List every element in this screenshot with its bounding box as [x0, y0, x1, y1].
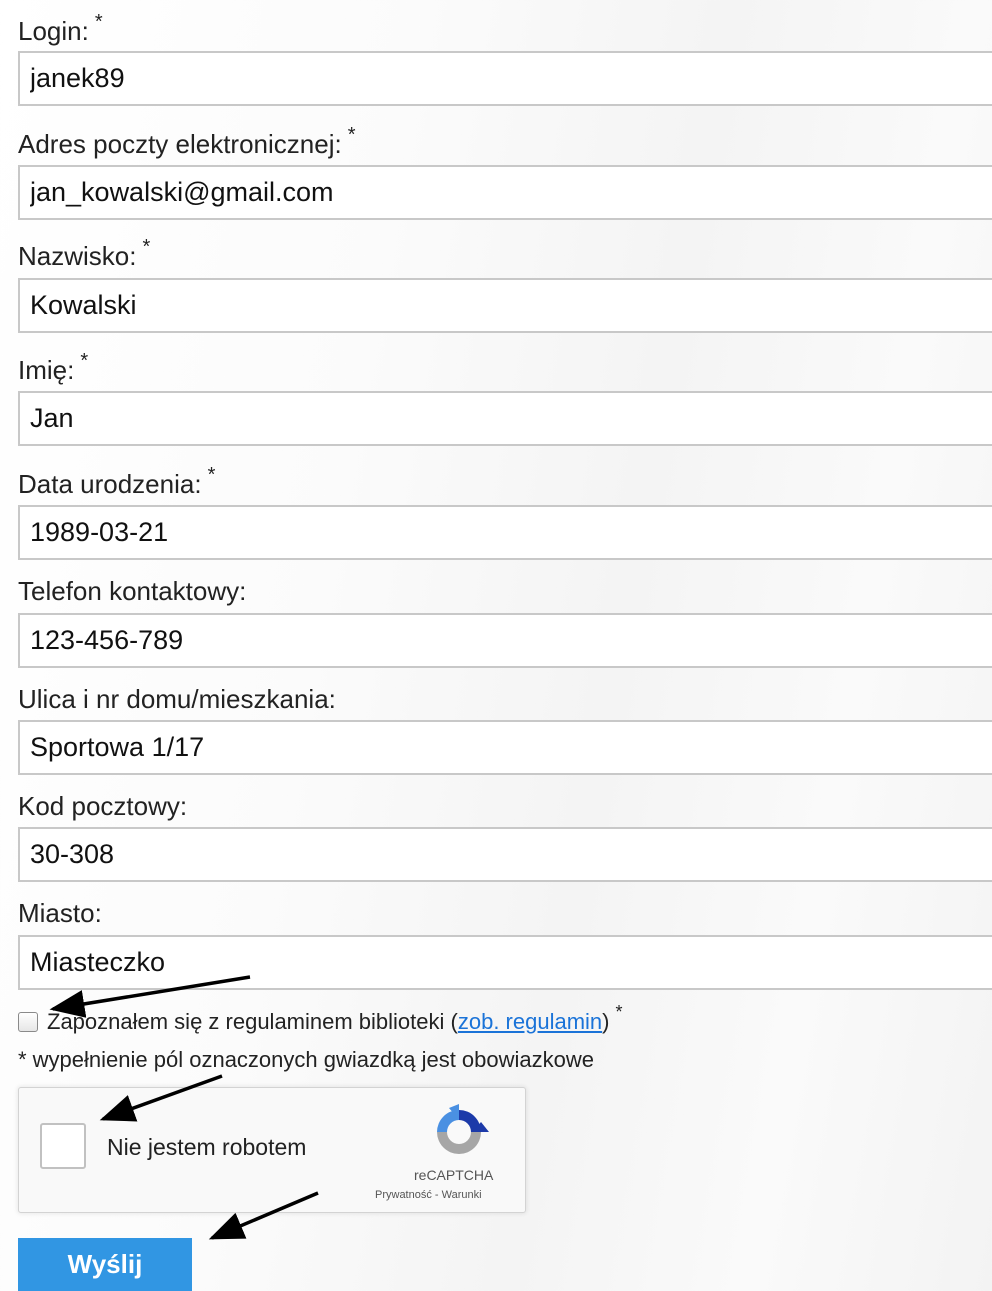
terms-text-end: ) [602, 1009, 610, 1034]
postal-code-input[interactable] [18, 827, 992, 882]
surname-label: Nazwisko: * [18, 236, 150, 274]
city-label: Miasto: [18, 898, 102, 928]
login-input[interactable] [18, 51, 992, 106]
first-name-label-text: Imię: [18, 355, 75, 385]
recaptcha-label: Nie jestem robotem [107, 1134, 307, 1160]
required-fields-note: * wypełnienie pól oznaczonych gwiazdką j… [18, 1047, 594, 1072]
terms-row: Zapoznałem się z regulaminem biblioteki … [18, 1002, 623, 1038]
required-star: * [615, 1001, 623, 1022]
email-label: Adres poczty elektronicznej: * [18, 124, 356, 162]
city-label-text: Miasto: [18, 898, 102, 928]
phone-label: Telefon kontaktowy: [18, 576, 246, 606]
required-star: * [347, 124, 356, 146]
recaptcha-logo-icon [437, 1104, 489, 1154]
postal-code-label-text: Kod pocztowy: [18, 791, 188, 821]
required-star: * [94, 11, 103, 33]
street-input[interactable] [18, 720, 992, 775]
email-input[interactable] [18, 165, 992, 220]
phone-input[interactable] [18, 613, 992, 668]
required-star: * [207, 464, 216, 486]
terms-link[interactable]: zob. regulamin [458, 1009, 602, 1035]
first-name-label: Imię: * [18, 350, 88, 388]
login-label: Login: * [18, 11, 103, 49]
birth-date-label-text: Data urodzenia: [18, 469, 202, 499]
first-name-input[interactable] [18, 391, 992, 446]
required-star: * [142, 236, 151, 258]
recaptcha-checkbox[interactable] [40, 1123, 86, 1169]
surname-input[interactable] [18, 278, 992, 333]
street-label-text: Ulica i nr domu/mieszkania: [18, 684, 336, 714]
email-label-text: Adres poczty elektronicznej: [18, 129, 342, 159]
city-input[interactable] [18, 935, 992, 990]
recaptcha-brand: reCAPTCHA [414, 1167, 494, 1183]
street-label: Ulica i nr domu/mieszkania: [18, 684, 336, 714]
phone-label-text: Telefon kontaktowy: [18, 576, 247, 606]
terms-text: Zapoznałem się z regulaminem biblioteki … [47, 1009, 458, 1034]
terms-checkbox[interactable] [18, 1012, 38, 1032]
recaptcha-widget: Nie jestem robotem reCAPTCHA Prywatność … [18, 1087, 526, 1213]
required-star: * [80, 350, 89, 372]
birth-date-label: Data urodzenia: * [18, 464, 215, 502]
postal-code-label: Kod pocztowy: [18, 791, 187, 821]
birth-date-input[interactable] [18, 505, 992, 560]
submit-button[interactable]: Wyślij [18, 1238, 192, 1291]
recaptcha-terms-links[interactable]: Prywatność - Warunki [375, 1189, 482, 1201]
login-label-text: Login: [18, 16, 89, 46]
surname-label-text: Nazwisko: [18, 241, 137, 271]
